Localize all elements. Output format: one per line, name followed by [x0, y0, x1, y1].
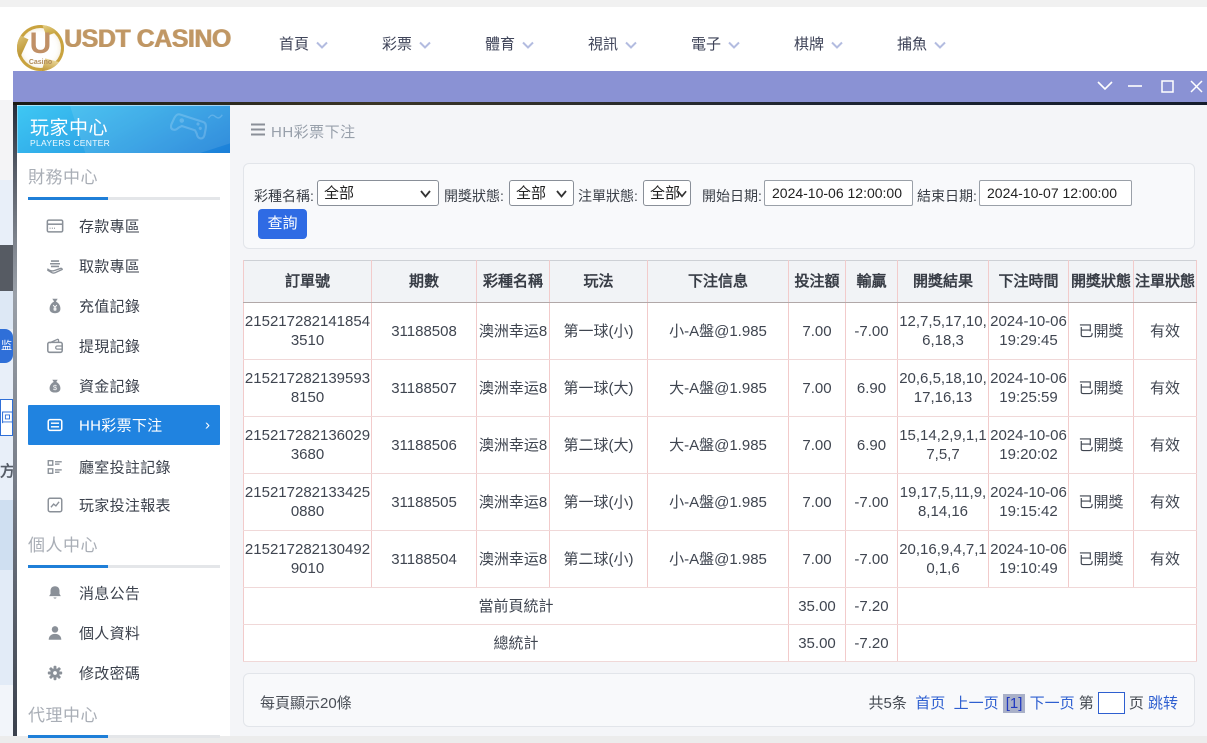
svg-text:$: $ [53, 383, 57, 392]
